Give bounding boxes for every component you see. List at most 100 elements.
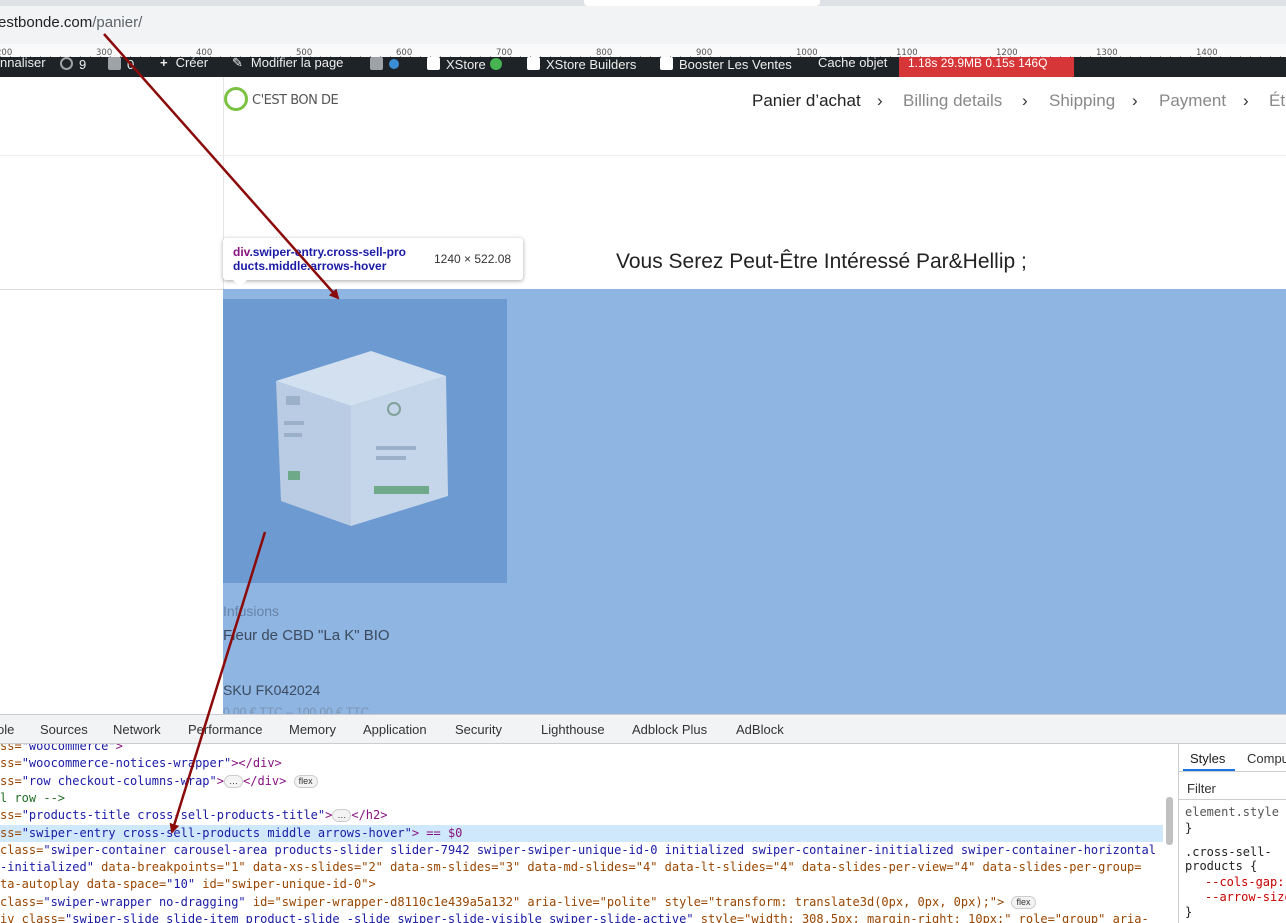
devtools-tab[interactable]: Lighthouse [541, 722, 605, 737]
tab-strip [0, 0, 1286, 6]
ellipsis-icon[interactable]: … [224, 775, 243, 788]
builders-label: XStore Builders [546, 57, 637, 72]
tooltip-tag: div [233, 245, 250, 259]
edit-label: Modifier la page [250, 55, 344, 70]
checkout-step[interactable]: Ét [1269, 91, 1285, 111]
chevron-right-icon: › [1022, 91, 1028, 110]
dom-node-line[interactable]: ss="woocommerce-notices-wrapper"></div> [0, 755, 282, 772]
tooltip-selector: div.swiper-entry.cross-sell-pro ducts.mid… [233, 245, 433, 273]
yoast-icon [370, 57, 383, 70]
admin-customize-link[interactable]: nnaliser [0, 56, 46, 77]
xstore-icon [427, 57, 440, 70]
query-monitor-badge[interactable]: 1.18s 29.9MB 0.15s 146Q [899, 57, 1074, 77]
refresh-icon [60, 57, 73, 70]
new-label: Créer [175, 55, 209, 70]
elements-panel[interactable]: ss="woocommerce"> ss="woocommerce-notices… [0, 744, 1178, 923]
styles-tabs: Styles Compu [1179, 744, 1286, 772]
admin-comments[interactable]: 0 [108, 57, 134, 77]
status-dot-icon [389, 59, 399, 69]
checkout-step[interactable]: Shipping [1049, 91, 1115, 111]
product-category[interactable]: Infusions [223, 603, 279, 619]
site-header [0, 77, 1286, 156]
tooltip-selector-2: ducts.middle.arrows-hover [233, 259, 387, 273]
dom-node-line[interactable]: ss="woocommerce"> [0, 744, 123, 755]
tooltip-selector-1: .swiper-entry.cross-sell-pro [249, 245, 406, 259]
elements-scrollbar[interactable] [1166, 797, 1173, 845]
flex-badge[interactable]: flex [293, 775, 318, 788]
chevron-right-icon: › [1243, 91, 1249, 110]
inspect-tooltip: div.swiper-entry.cross-sell-pro ducts.mid… [223, 238, 523, 287]
chevron-right-icon: › [877, 91, 883, 110]
devtools-tab[interactable]: Adblock Plus [632, 722, 707, 737]
devtools-tab[interactable]: Security [455, 722, 502, 737]
cross-sell-title: Vous Serez Peut-Être Intéressé Par&Helli… [616, 250, 1027, 273]
left-sidebar [0, 156, 223, 716]
devtools-tab[interactable]: Sources [40, 722, 88, 737]
chevron-right-icon: › [1132, 91, 1138, 110]
devtools-tab[interactable]: ole [0, 722, 14, 737]
checkout-step[interactable]: Billing details [903, 91, 1002, 111]
comments-count: 0 [127, 57, 135, 72]
rule-selector-line-2: products { [1185, 859, 1258, 873]
bar-chart-icon [660, 57, 673, 70]
tab-styles-underline [1183, 769, 1235, 771]
logo-text: C'EST BON DE [252, 93, 339, 108]
pencil-icon: ✎ [232, 55, 243, 70]
plus-icon: + [160, 55, 168, 70]
admin-edit-page[interactable]: ✎ Modifier la page [232, 55, 344, 77]
dom-node-line[interactable]: ss="row checkout-columns-wrap">… </div> f… [0, 773, 318, 790]
dom-node-line[interactable]: ta-autoplay data-space="10" id="swiper-u… [0, 876, 376, 893]
devtools-tab[interactable]: AdBlock [736, 722, 784, 737]
tooltip-size: 1240 × 522.08 [434, 252, 512, 266]
rule-close: } [1185, 905, 1193, 919]
product-box-illustration [276, 351, 448, 526]
ellipsis-icon[interactable]: … [332, 809, 352, 822]
xstore-badge-icon [489, 58, 502, 70]
updates-count: 9 [79, 57, 87, 72]
logo-ring-icon [224, 87, 248, 111]
admin-yoast[interactable] [370, 57, 399, 77]
element-style-rule: element.style [1185, 805, 1279, 819]
tab-computed[interactable]: Compu [1247, 751, 1286, 766]
builders-icon [527, 57, 540, 70]
site-logo[interactable]: C'EST BON DE [224, 87, 349, 115]
admin-xstore[interactable]: XStore [427, 57, 502, 77]
product-sku: SKU FK042024 [223, 682, 321, 698]
dom-node-line[interactable]: ss="products-title cross-sell-products-t… [0, 807, 387, 824]
dom-node-line[interactable]: iv class="swiper-slide slide-item produc… [0, 911, 1149, 923]
dom-node-line[interactable]: class="swiper-container carousel-area pr… [0, 842, 1156, 859]
admin-xstore-builders[interactable]: XStore Builders [527, 57, 636, 77]
admin-booster[interactable]: Booster Les Ventes [660, 57, 792, 77]
product-name[interactable]: Fleur de CBD "La K" BIO [223, 627, 390, 644]
url-text[interactable]: estbonde.com/panier/ [0, 14, 142, 31]
dom-node-line[interactable]: l row --> [0, 790, 65, 807]
styles-pane: Styles Compu Filter element.style } .cro… [1178, 744, 1286, 923]
styles-filter-input[interactable]: Filter [1179, 776, 1286, 800]
dom-node-line[interactable]: class="swiper-wrapper no-dragging" id="s… [0, 894, 1036, 911]
devtools-tab[interactable]: Application [363, 722, 427, 737]
flex-badge[interactable]: flex [1011, 896, 1036, 909]
rule-prop-cols-gap[interactable]: --cols-gap: [1205, 875, 1284, 889]
element-style-close: } [1185, 821, 1193, 835]
devtools-tabbar: ole Sources Network Performance Memory Applic… [0, 714, 1286, 744]
url-path: /panier/ [92, 14, 143, 31]
devtools-tab[interactable]: Network [113, 722, 161, 737]
admin-cache[interactable]: Cache objet [818, 56, 887, 77]
admin-new[interactable]: + Créer [160, 55, 209, 77]
checkout-step[interactable]: Payment [1159, 91, 1226, 111]
comment-icon [108, 57, 121, 70]
wp-admin-bar: nnaliser 9 0 + Créer ✎ Modifier la page XS… [0, 55, 1286, 77]
xstore-label: XStore [446, 57, 486, 72]
rule-prop-arrow-size[interactable]: --arrow-size [1205, 890, 1286, 904]
booster-label: Booster Les Ventes [679, 57, 792, 72]
address-bar[interactable]: estbonde.com/panier/ [0, 0, 1286, 44]
admin-updates[interactable]: 9 [60, 57, 86, 77]
checkout-step[interactable]: Panier d’achat [752, 91, 861, 111]
devtools-tab[interactable]: Performance [188, 722, 262, 737]
rule-selector-line-1: .cross-sell- [1185, 845, 1272, 859]
sidebar-separator [0, 289, 223, 290]
devtools-tab[interactable]: Memory [289, 722, 336, 737]
dom-node-line[interactable]: -initialized" data-breakpoints="1" data-… [0, 859, 1142, 876]
tab-styles[interactable]: Styles [1190, 751, 1225, 766]
dom-node-line[interactable]: ss="swiper-entry cross-sell-products mid… [0, 825, 1163, 842]
